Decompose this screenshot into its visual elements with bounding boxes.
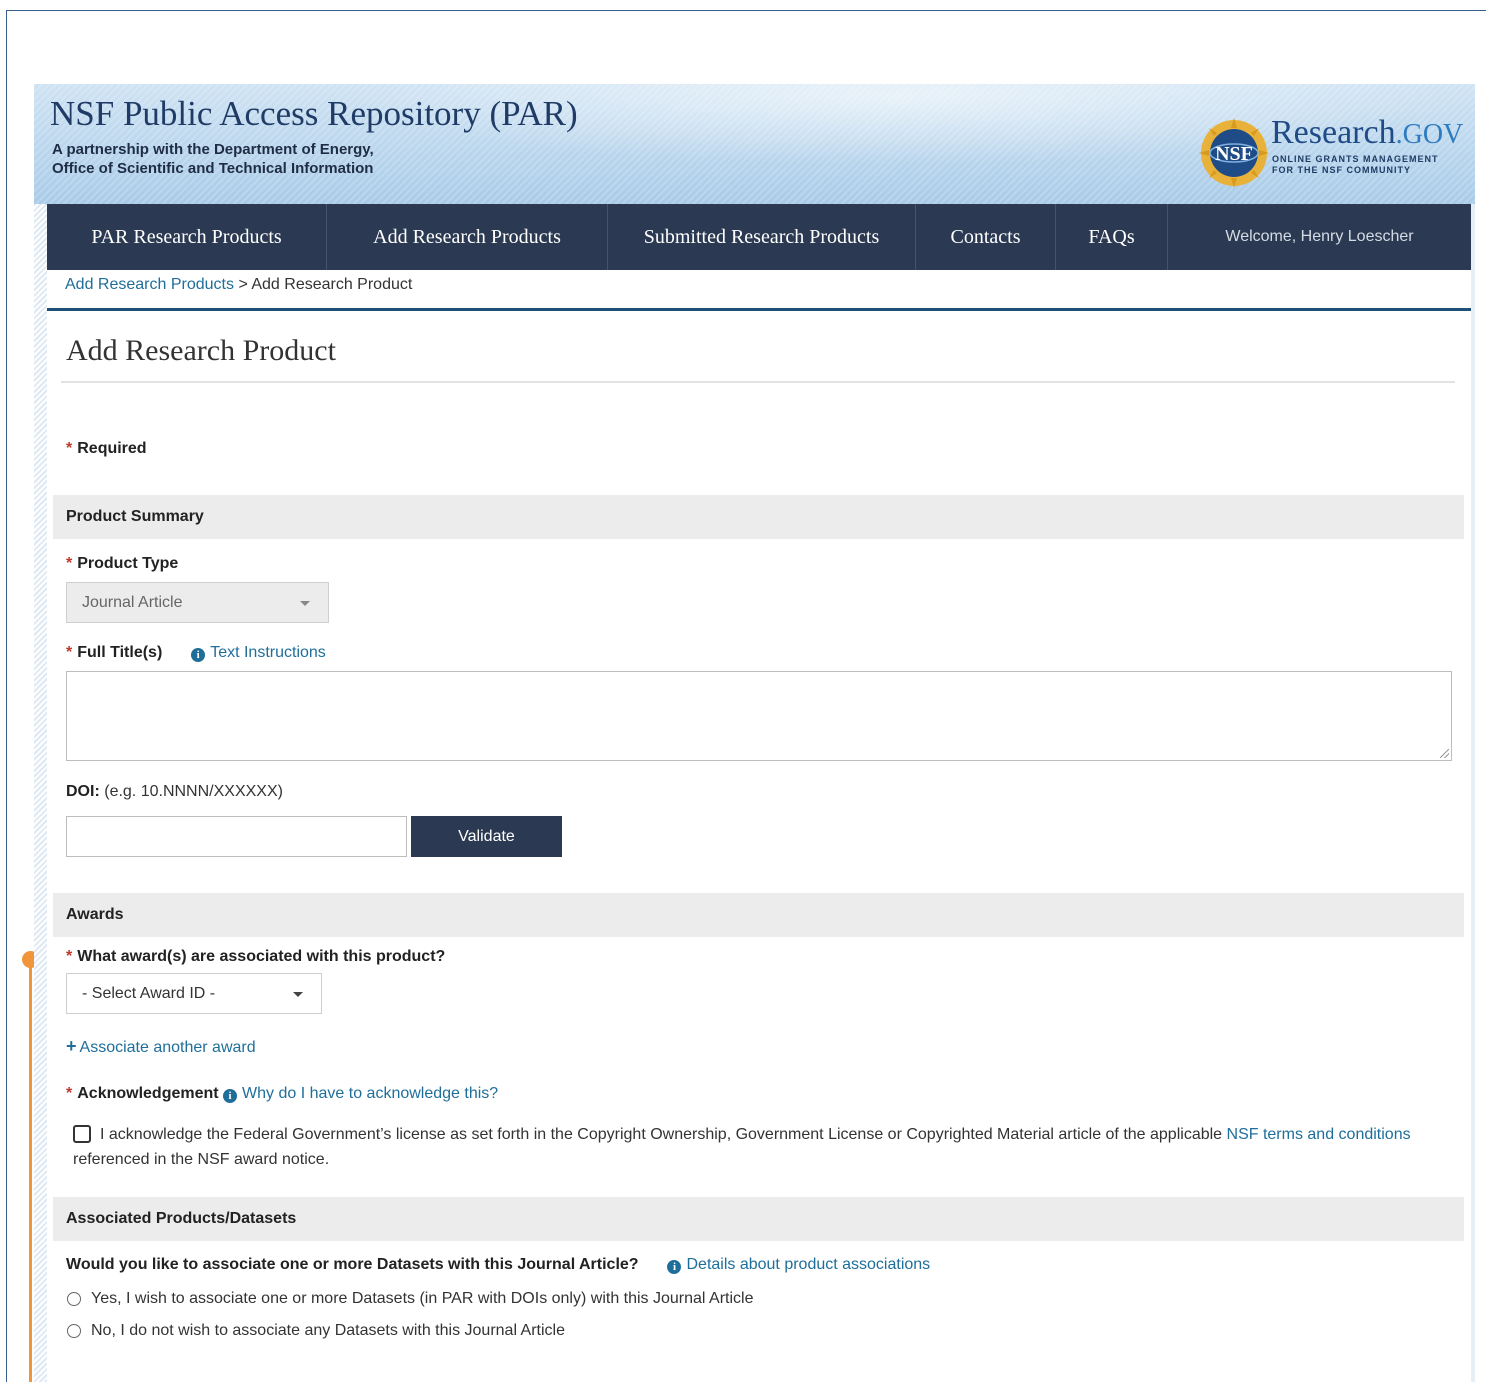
associate-another-award-link[interactable]: + Associate another award	[66, 1036, 256, 1057]
association-question-row: Would you like to associate one or more …	[66, 1256, 930, 1274]
plus-icon: +	[66, 1036, 77, 1056]
nav-item-faqs[interactable]: FAQs	[1056, 204, 1168, 270]
required-asterisk: *	[66, 1085, 73, 1102]
required-asterisk: *	[66, 555, 73, 572]
nav-item-contacts[interactable]: Contacts	[916, 204, 1056, 270]
ack-text-after: referenced in the NSF award notice.	[73, 1151, 330, 1168]
required-asterisk: *	[66, 644, 73, 661]
breadcrumb-current: Add Research Product	[251, 276, 413, 293]
associate-no-label[interactable]: No, I do not wish to associate any Datas…	[91, 1322, 565, 1340]
info-icon: i	[191, 648, 206, 662]
research-gov-suffix: .GOV	[1395, 119, 1464, 150]
site-subtitle-line2: Office of Scientific and Technical Infor…	[52, 160, 374, 177]
required-asterisk: *	[66, 948, 73, 965]
acknowledgement-label: * Acknowledgement	[66, 1085, 219, 1102]
required-note-label: Required	[77, 440, 147, 457]
product-type-value: Journal Article	[82, 593, 183, 611]
page-container: NSF Public Access Repository (PAR) A par…	[34, 84, 1475, 1382]
section-product-summary: Product Summary	[53, 495, 1464, 539]
site-subtitle: A partnership with the Department of Ene…	[52, 140, 374, 178]
product-associations-details-link[interactable]: i Details about product associations	[667, 1256, 931, 1274]
left-decorative-stripe	[34, 204, 47, 1382]
text-instructions-label: Text Instructions	[210, 644, 326, 661]
why-acknowledge-link[interactable]: i Why do I have to acknowledge this?	[223, 1085, 499, 1103]
research-gov-logo[interactable]: NSF Research.GOV ONLINE GRANTS MANAGEMEN…	[1199, 114, 1469, 188]
site-banner: NSF Public Access Repository (PAR) A par…	[34, 84, 1475, 204]
full-title-label: * Full Title(s)	[66, 644, 162, 661]
doi-label: DOI:	[66, 783, 100, 800]
nsf-seal-text: NSF	[1215, 143, 1253, 165]
chevron-down-icon	[293, 991, 303, 997]
doi-hint: (e.g. 10.NNNN/XXXXXX)	[104, 783, 283, 800]
research-gov-tagline: ONLINE GRANTS MANAGEMENT FOR THE NSF COM…	[1272, 154, 1439, 176]
acknowledgement-text: I acknowledge the Federal Government’s l…	[73, 1122, 1433, 1172]
associate-no-radio[interactable]	[67, 1324, 81, 1338]
welcome-user: Welcome, Henry Loescher	[1225, 228, 1414, 245]
product-type-label: * Product Type	[66, 555, 178, 573]
award-question-label: * What award(s) are associated with this …	[66, 948, 445, 966]
chevron-down-icon	[300, 600, 310, 606]
site-subtitle-line1: A partnership with the Department of Ene…	[52, 141, 374, 158]
acknowledgement-checkbox[interactable]	[73, 1125, 91, 1143]
award-id-select[interactable]: - Select Award ID -	[66, 973, 322, 1014]
site-title: NSF Public Access Repository (PAR)	[50, 94, 578, 133]
progress-indicator-line	[29, 960, 32, 1382]
breadcrumb-separator: >	[238, 276, 248, 293]
title-divider	[61, 381, 1455, 383]
research-gov-tagline2: FOR THE NSF COMMUNITY	[1272, 165, 1411, 175]
award-question-text: What award(s) are associated with this p…	[77, 948, 446, 965]
nav-item-add-research-products[interactable]: Add Research Products	[327, 204, 608, 270]
associate-yes-label[interactable]: Yes, I wish to associate one or more Dat…	[91, 1290, 754, 1308]
section-awards: Awards	[53, 893, 1464, 937]
research-gov-tagline1: ONLINE GRANTS MANAGEMENT	[1272, 154, 1439, 164]
info-icon: i	[667, 1260, 682, 1274]
info-icon: i	[223, 1089, 238, 1103]
right-decorative-stripe	[1471, 204, 1475, 1382]
full-title-label-row: * Full Title(s) i Text Instructions	[66, 644, 326, 662]
validate-button[interactable]: Validate	[411, 816, 562, 857]
page-title: Add Research Product	[66, 334, 336, 367]
why-acknowledge-label: Why do I have to acknowledge this?	[242, 1085, 499, 1102]
doi-input[interactable]	[66, 816, 407, 857]
research-gov-name: Research	[1271, 114, 1396, 151]
text-instructions-link[interactable]: i Text Instructions	[191, 644, 326, 662]
associate-another-award-label: Associate another award	[79, 1039, 256, 1056]
full-title-label-text: Full Title(s)	[77, 644, 163, 661]
required-asterisk: *	[66, 440, 73, 457]
association-question: Would you like to associate one or more …	[66, 1256, 639, 1273]
research-gov-wordmark: Research.GOV	[1271, 114, 1463, 152]
breadcrumb: Add Research Products > Add Research Pro…	[65, 276, 412, 294]
product-associations-details-label: Details about product associations	[686, 1256, 931, 1273]
nsf-seal-icon: NSF	[1199, 118, 1269, 188]
ack-text-before: I acknowledge the Federal Government’s l…	[100, 1126, 1227, 1143]
nsf-terms-link[interactable]: NSF terms and conditions	[1227, 1126, 1411, 1143]
acknowledgement-label-text: Acknowledgement	[77, 1085, 219, 1102]
section-associated-products: Associated Products/Datasets	[53, 1197, 1464, 1241]
resize-handle-icon[interactable]	[1440, 749, 1449, 758]
full-title-textarea[interactable]	[66, 671, 1452, 761]
main-navigation: PAR Research Products Add Research Produ…	[47, 204, 1471, 270]
nav-item-submitted-research-products[interactable]: Submitted Research Products	[608, 204, 916, 270]
breadcrumb-parent-link[interactable]: Add Research Products	[65, 276, 234, 293]
associate-yes-radio[interactable]	[67, 1292, 81, 1306]
doi-label-row: DOI: (e.g. 10.NNNN/XXXXXX)	[66, 783, 283, 801]
nav-item-par-research-products[interactable]: PAR Research Products	[47, 204, 327, 270]
product-type-label-text: Product Type	[77, 555, 179, 572]
award-id-value: - Select Award ID -	[82, 984, 216, 1002]
breadcrumb-divider	[47, 308, 1471, 311]
product-type-select[interactable]: Journal Article	[66, 582, 329, 623]
required-note: * Required	[66, 440, 147, 458]
acknowledgement-label-row: * Acknowledgement i Why do I have to ackno…	[66, 1085, 498, 1103]
